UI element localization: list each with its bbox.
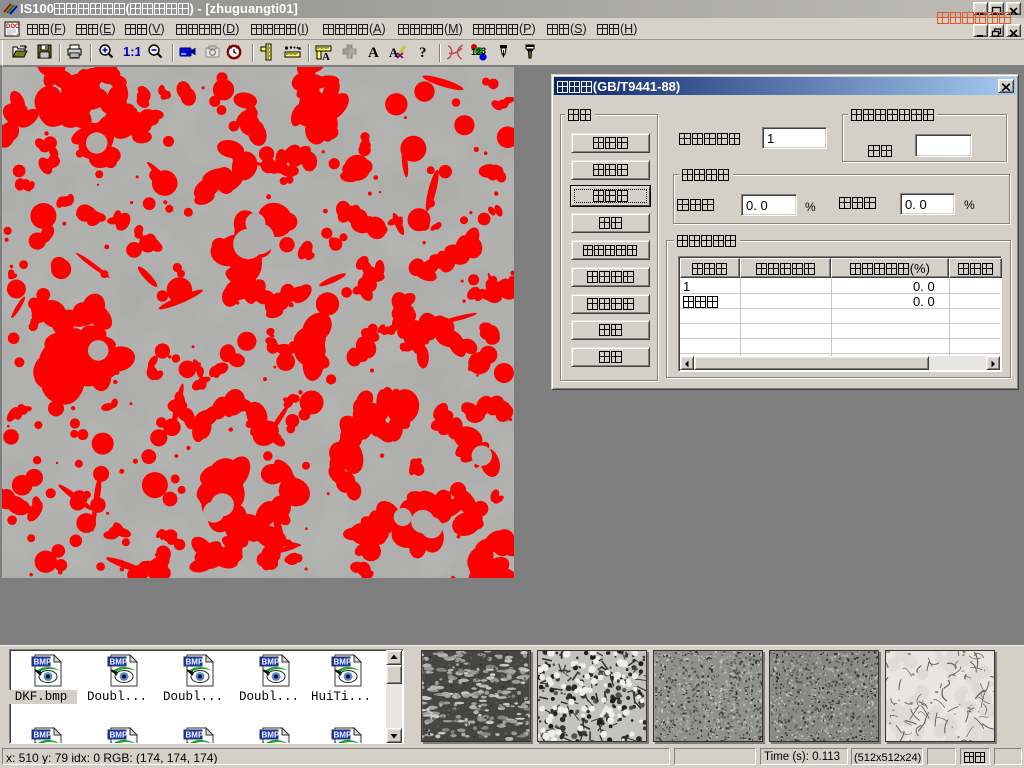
svg-text:1:1: 1:1 <box>123 44 140 59</box>
svg-text:3: 3 <box>481 46 486 56</box>
svg-text:A: A <box>368 45 379 61</box>
svg-text:?: ? <box>419 45 427 61</box>
svg-text:DOC: DOC <box>6 24 20 30</box>
svg-text:A: A <box>322 51 330 61</box>
